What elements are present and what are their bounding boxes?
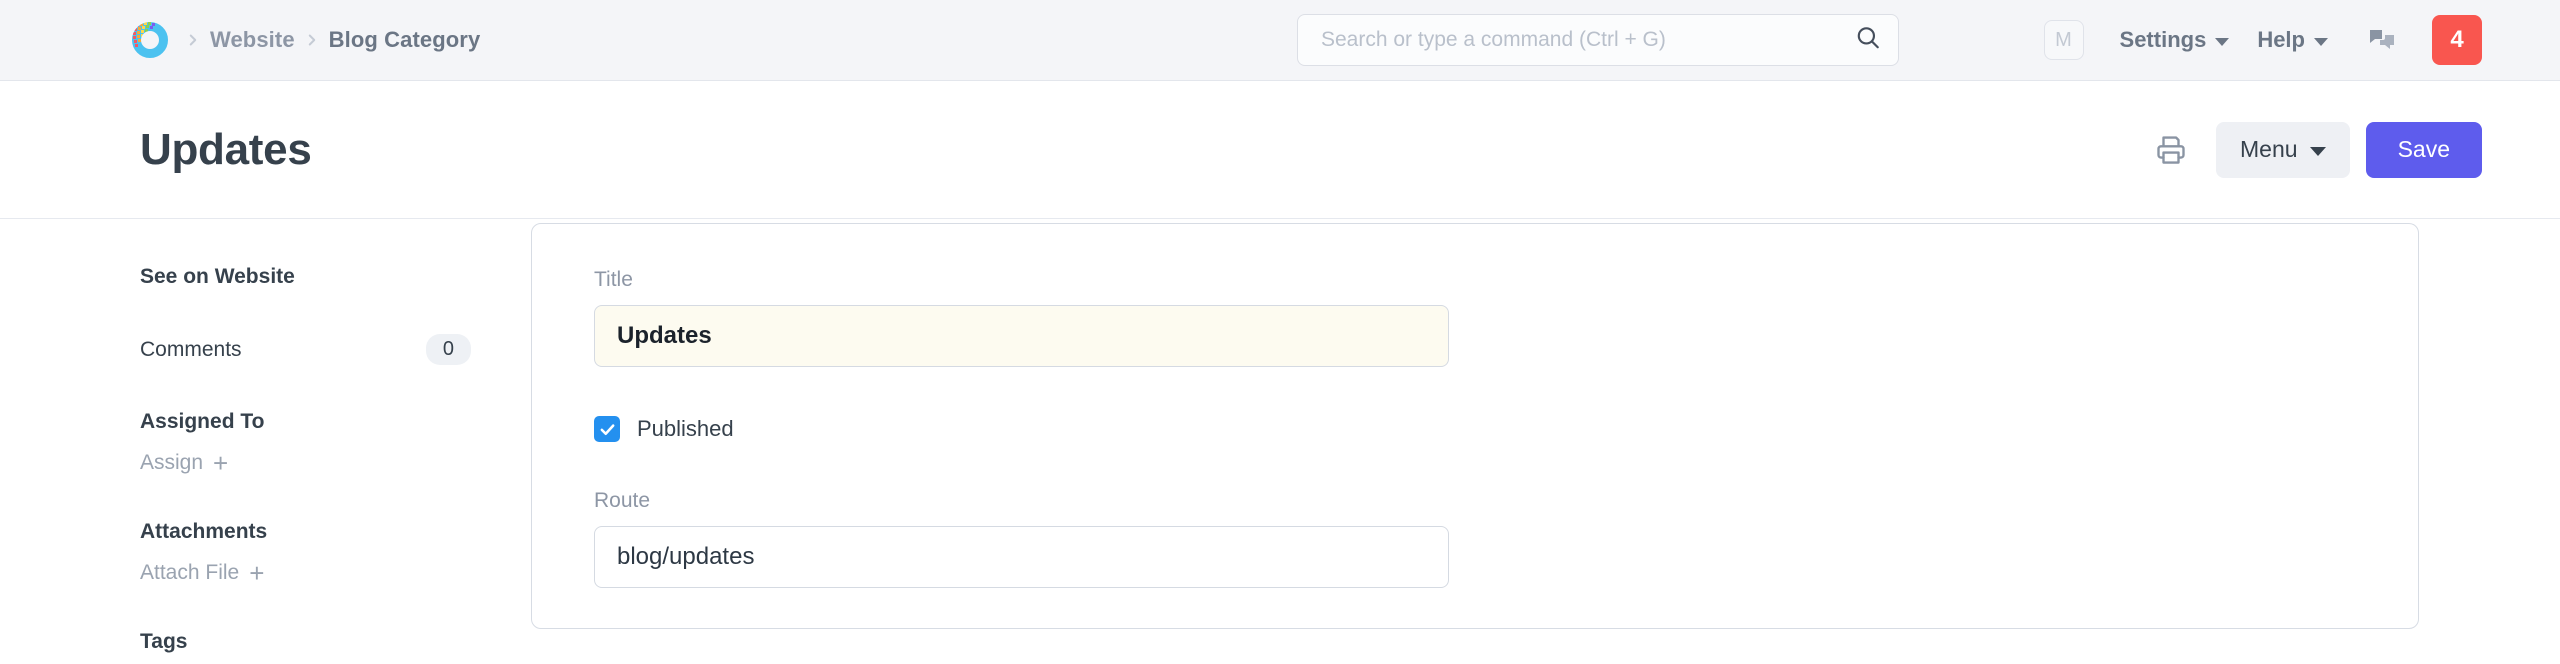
menu-button-label: Menu [2240,136,2298,162]
plus-icon: + [249,557,265,588]
field-title: Title [594,268,2418,367]
breadcrumb: Website Blog Category [176,23,480,57]
field-route: Route [594,489,2418,588]
plus-icon: + [213,447,229,478]
navbar-search-area [1297,14,1899,66]
page-body: See on Website Comments 0 Assigned To As… [0,219,2560,664]
page-title: Updates [140,124,312,174]
check-icon [600,423,614,435]
published-label[interactable]: Published [637,416,734,442]
breadcrumb-item-blog-category[interactable]: Blog Category [329,27,481,53]
assign-label: Assign [140,451,204,474]
top-navbar: Website Blog Category M Settings Help [0,0,2560,81]
chat-bubbles-icon [2370,30,2394,49]
chevron-down-icon [2309,146,2326,156]
sidebar-section-assigned-to: Assigned To [140,410,265,433]
notification-badge[interactable]: 4 [2432,15,2482,65]
title-input[interactable] [594,305,1449,367]
printer-icon [2157,135,2185,164]
assign-button[interactable]: Assign + [140,442,471,484]
field-published: Published [594,416,2418,442]
form-card: Title Published Route [531,223,2419,629]
navbar-right: M Settings Help 4 [2043,14,2482,66]
frappe-logo-icon [132,22,168,58]
chevron-down-icon [2314,37,2328,46]
route-field-label: Route [594,489,651,512]
navbar-left: Website Blog Category [130,20,480,60]
page-header: Updates Menu Save [0,81,2560,219]
comments-label: Comments [140,337,242,361]
comments-count-badge: 0 [425,334,471,365]
sidebar-item-see-on-website[interactable]: See on Website [140,257,471,297]
attach-file-label: Attach File [140,561,240,584]
save-button[interactable]: Save [2365,121,2482,178]
published-checkbox[interactable] [594,416,620,442]
form-sidebar: See on Website Comments 0 Assigned To As… [0,219,531,664]
chevron-right-icon [176,23,210,57]
chevron-down-icon [2215,37,2230,46]
route-input[interactable] [594,526,1449,588]
page-actions: Menu Save [2146,121,2482,178]
sidebar-section-attachments: Attachments [140,520,268,543]
sidebar-item-comments[interactable]: Comments 0 [140,325,471,374]
settings-label: Settings [2119,27,2207,52]
print-button[interactable] [2146,125,2216,175]
help-dropdown[interactable]: Help [2243,21,2342,59]
menu-button[interactable]: Menu [2216,121,2350,178]
frappe-logo[interactable] [130,20,170,60]
sidebar-section-tags: Tags [140,630,188,653]
breadcrumb-item-website[interactable]: Website [210,27,295,53]
settings-dropdown[interactable]: Settings [2106,21,2244,59]
attach-file-button[interactable]: Attach File + [140,552,471,594]
search-input[interactable] [1297,14,1899,66]
chat-button[interactable] [2342,14,2416,66]
avatar[interactable]: M [2043,20,2084,60]
chevron-right-icon [295,23,329,57]
help-label: Help [2257,27,2305,52]
title-field-label: Title [594,268,633,291]
